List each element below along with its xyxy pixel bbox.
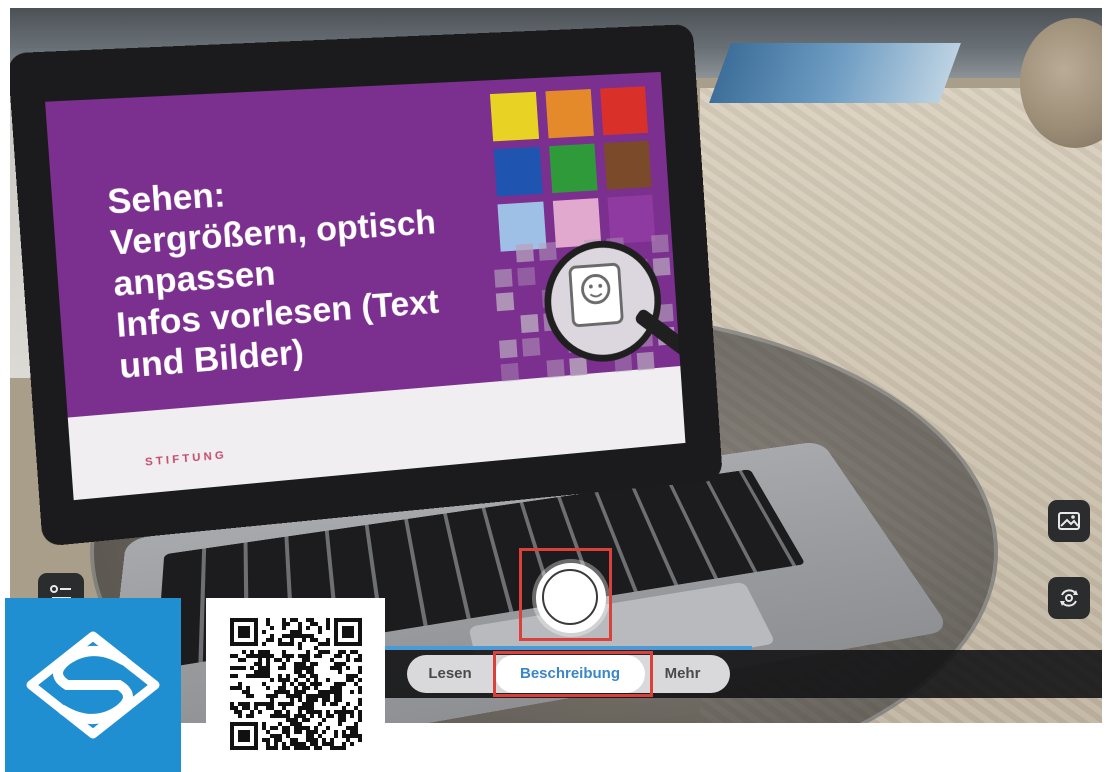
grid-dot — [516, 244, 534, 263]
grid-dot — [520, 314, 538, 333]
app-logo-icon — [5, 598, 181, 772]
color-swatch — [494, 147, 543, 197]
grid-dot — [651, 234, 669, 253]
grid-dot — [517, 267, 535, 286]
image-gallery-icon[interactable] — [1048, 500, 1090, 542]
grid-dot — [496, 292, 514, 311]
color-swatch — [604, 141, 652, 190]
app-screenshot: Sehen: Vergrößern, optisch anpassen Info… — [0, 0, 1110, 772]
qr-code-panel — [206, 598, 385, 772]
grid-dot — [637, 352, 655, 371]
shutter-highlight — [519, 548, 612, 641]
progress-indicator — [380, 646, 752, 650]
tab-highlight — [493, 651, 653, 697]
app-logo — [5, 598, 181, 772]
slide-text: Sehen: Vergrößern, optisch anpassen Info… — [106, 158, 521, 387]
tab-lesen[interactable]: Lesen — [420, 655, 480, 693]
grid-dot — [501, 363, 519, 382]
grid-dot — [653, 257, 671, 276]
camera-switch-icon[interactable] — [1048, 577, 1090, 619]
slide-footer — [68, 366, 686, 500]
color-swatch — [549, 144, 597, 194]
grid-dot — [499, 339, 517, 358]
background-object — [709, 43, 961, 103]
color-swatch — [545, 89, 594, 138]
color-swatch — [490, 92, 539, 142]
grid-dot — [569, 357, 587, 376]
grid-dot — [494, 269, 512, 288]
grid-dot — [546, 359, 564, 378]
presentation-slide: Sehen: Vergrößern, optisch anpassen Info… — [45, 72, 685, 500]
tab-mehr[interactable]: Mehr — [655, 655, 710, 693]
qr-code-icon — [230, 618, 362, 750]
color-swatch — [600, 86, 648, 135]
laptop-screen: Sehen: Vergrößern, optisch anpassen Info… — [10, 24, 723, 547]
grid-dot — [522, 338, 540, 357]
